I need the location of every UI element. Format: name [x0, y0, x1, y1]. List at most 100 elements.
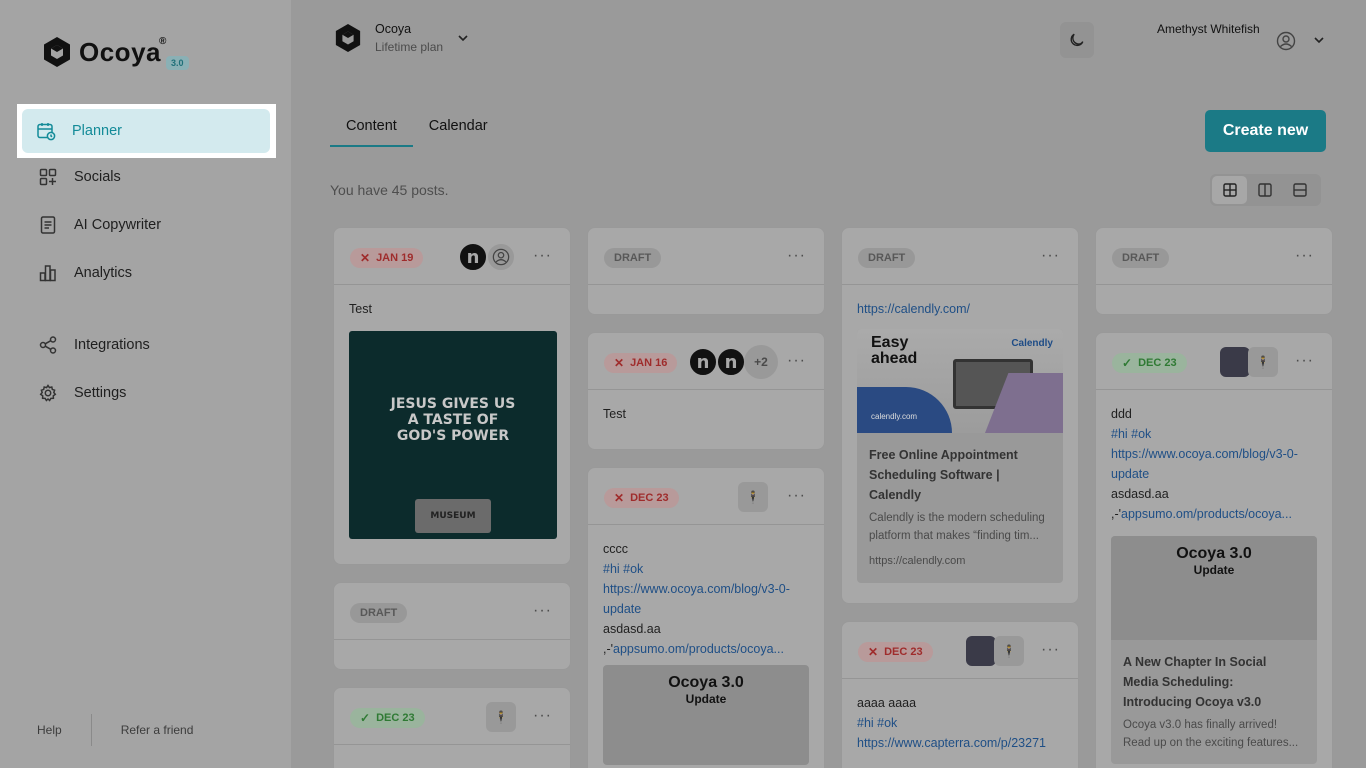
more-options-icon[interactable]: ···: [1041, 247, 1060, 265]
more-options-icon[interactable]: ···: [533, 247, 552, 265]
sidebar-item-planner[interactable]: Planner: [22, 109, 270, 153]
post-text: cccc: [603, 542, 628, 556]
more-options-icon[interactable]: ···: [787, 352, 806, 370]
x-icon: ✕: [360, 251, 371, 265]
post-card[interactable]: ✓ DEC 23 🕴 ··· ddd #hi #ok https://www.oc…: [1095, 332, 1333, 768]
post-card[interactable]: ✕ DEC 23 🕴 ··· cccc #hi #ok https://www.o…: [587, 467, 825, 768]
link-preview-url: https://calendly.com: [869, 555, 966, 567]
content-tabs: Content Calendar: [330, 116, 504, 147]
status-badge: ✓ DEC 23: [1112, 353, 1187, 373]
org-logo-icon: [335, 24, 361, 52]
grid-view-button[interactable]: [1212, 176, 1247, 204]
more-accounts-badge: +2: [744, 345, 778, 379]
link-preview[interactable]: Ocoya 3.0 Update A New Chapter In Social …: [1111, 536, 1317, 764]
theme-toggle-button[interactable]: [1060, 22, 1094, 58]
share-nodes-icon: [38, 335, 58, 355]
more-options-icon[interactable]: ···: [1295, 247, 1314, 265]
status-badge: ✕ DEC 23: [858, 642, 933, 662]
sidebar-item-socials[interactable]: Socials: [24, 153, 270, 201]
user-name[interactable]: Amethyst Whitefish: [1157, 22, 1260, 36]
post-hashtags[interactable]: #hi #ok: [603, 559, 809, 579]
app-logo[interactable]: Ocoya ® 3.0: [42, 36, 189, 70]
post-card[interactable]: ✕ JAN 19 n ··· Test JESUS GIVES US A TAST…: [333, 227, 571, 565]
moon-icon: [1070, 33, 1084, 47]
sidebar-item-integrations[interactable]: Integrations: [24, 321, 270, 369]
sidebar-item-ai-copywriter[interactable]: AI Copywriter: [24, 201, 270, 249]
post-card[interactable]: DRAFT ··· https://calendly.com/ Easy ahe…: [841, 227, 1079, 604]
sidebar-item-analytics[interactable]: Analytics: [24, 249, 270, 297]
status-badge: DRAFT: [1112, 248, 1170, 268]
more-options-icon[interactable]: ···: [1041, 641, 1060, 659]
link-preview-description: Ocoya v3.0 has finally arrived! Read up …: [1123, 719, 1299, 749]
sidebar-item-settings[interactable]: Settings: [24, 369, 270, 417]
post-hashtags[interactable]: #hi #ok: [1111, 424, 1317, 444]
org-name: Ocoya: [375, 22, 412, 36]
link-preview[interactable]: Easy ahead Calendly calendly.com Free On…: [857, 329, 1063, 583]
refer-a-friend-link[interactable]: Refer a friend: [121, 723, 194, 737]
post-card[interactable]: ✓ DEC 23 🕴 ···: [333, 687, 571, 768]
check-icon: ✓: [360, 711, 371, 725]
more-options-icon[interactable]: ···: [533, 707, 552, 725]
post-text: ddd: [1111, 407, 1132, 421]
post-image: JESUS GIVES US A TASTE OF GOD'S POWER MU…: [349, 331, 557, 539]
post-text: Test: [603, 407, 626, 421]
post-text: aaaa aaaa: [857, 696, 917, 710]
account-avatar: 🕴: [486, 702, 516, 732]
post-link[interactable]: https://www.capterra.com/p/23271: [857, 733, 1063, 753]
posts-count: You have 45 posts.: [330, 182, 449, 198]
link-preview-title: Free Online Appointment Scheduling Softw…: [869, 448, 1018, 502]
app-name: Ocoya: [79, 36, 161, 67]
document-icon: [38, 215, 58, 235]
sidebar: Ocoya ® 3.0 Planner Socials AI Copywrite…: [0, 0, 291, 768]
chevron-down-icon: [458, 35, 468, 42]
account-avatar: 🕴: [1248, 347, 1278, 377]
tab-content[interactable]: Content: [330, 116, 413, 147]
link-preview-image: Ocoya 3.0 Update: [1111, 536, 1317, 640]
post-card[interactable]: DRAFT ···: [333, 582, 571, 670]
post-hashtags[interactable]: #hi #ok: [857, 713, 1063, 733]
x-icon: ✕: [614, 356, 625, 370]
post-text: asdasd.aa: [1111, 487, 1169, 501]
ocoya-logo-icon: [44, 37, 70, 67]
gear-icon: [38, 383, 58, 403]
post-text: asdasd.aa: [603, 622, 661, 636]
more-options-icon[interactable]: ···: [1295, 352, 1314, 370]
post-card[interactable]: DRAFT ···: [587, 227, 825, 315]
create-new-button[interactable]: Create new: [1205, 110, 1326, 152]
columns-view-button[interactable]: [1247, 176, 1282, 204]
post-card[interactable]: ✕ DEC 23 🕴 ··· aaaa aaaa #hi #ok https://…: [841, 621, 1079, 768]
footer-divider: [90, 714, 92, 746]
x-icon: ✕: [868, 645, 879, 659]
version-badge: 3.0: [166, 56, 189, 70]
status-badge: ✕ JAN 16: [604, 353, 678, 373]
rows-view-button[interactable]: [1282, 176, 1317, 204]
post-link[interactable]: appsumo.om/products/ocoya...: [1121, 507, 1292, 521]
post-link[interactable]: appsumo.om/products/ocoya...: [613, 642, 784, 656]
link-preview-image: Easy ahead Calendly calendly.com: [857, 329, 1063, 433]
post-card[interactable]: DRAFT ···: [1095, 227, 1333, 315]
status-badge: ✕ DEC 23: [604, 488, 679, 508]
chevron-down-icon[interactable]: [1312, 34, 1326, 46]
calendar-clock-icon: [36, 121, 56, 141]
tab-calendar[interactable]: Calendar: [413, 116, 504, 147]
view-mode-toggle: [1210, 174, 1321, 206]
user-avatar-icon[interactable]: [1276, 31, 1296, 51]
columns-view-icon: [1257, 183, 1272, 197]
sidebar-item-label: AI Copywriter: [74, 217, 162, 233]
help-link[interactable]: Help: [37, 723, 62, 737]
more-options-icon[interactable]: ···: [787, 487, 806, 505]
account-avatar: n: [716, 347, 746, 377]
post-card[interactable]: ✕ JAN 16 n n +2 ··· Test: [587, 332, 825, 450]
status-badge: DRAFT: [858, 248, 916, 268]
sidebar-footer: Help Refer a friend: [37, 714, 193, 746]
more-options-icon[interactable]: ···: [533, 602, 552, 620]
org-switcher[interactable]: Ocoya Lifetime plan: [334, 22, 469, 54]
status-badge: ✓ DEC 23: [350, 708, 425, 728]
post-link[interactable]: https://www.ocoya.com/blog/v3-0-update: [603, 579, 809, 619]
account-avatar: n: [688, 347, 718, 377]
post-link[interactable]: https://www.ocoya.com/blog/v3-0-update: [1111, 444, 1317, 484]
post-link[interactable]: https://calendly.com/: [857, 299, 1063, 319]
more-options-icon[interactable]: ···: [787, 247, 806, 265]
status-badge: DRAFT: [604, 248, 662, 268]
user-avatar-icon: [486, 242, 516, 272]
